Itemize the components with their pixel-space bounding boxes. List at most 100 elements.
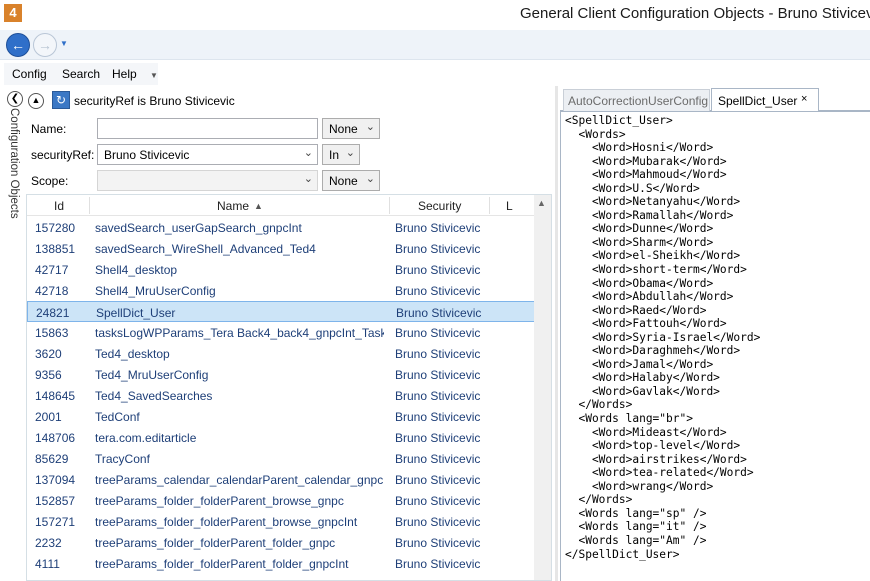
xml-line: </Words> (565, 493, 633, 507)
cell-id: 15863 (35, 326, 69, 340)
column-header-security[interactable]: Security (418, 199, 461, 213)
table-row[interactable]: 2001 TedConf Bruno Stivicevic (27, 406, 535, 427)
cell-name: Ted4_SavedSearches (95, 389, 213, 403)
cell-name: tera.com.editarticle (95, 431, 197, 445)
table-row[interactable]: 42717 Shell4_desktop Bruno Stivicevic (27, 259, 535, 280)
window-title: General Client Configuration Objects - B… (520, 5, 870, 22)
xml-line: <Words> (565, 127, 626, 141)
xml-line: <Word>Halaby</Word> (565, 371, 720, 385)
table-row[interactable]: 9356 Ted4_MruUserConfig Bruno Stivicevic (27, 364, 535, 385)
chevron-down-icon: ⌄ (365, 173, 375, 185)
table-row[interactable]: 137094 treeParams_calendar_calendarParent… (27, 469, 535, 490)
cell-name: treeParams_folder_folderParent_folder_gn… (95, 557, 349, 571)
cell-security: Bruno Stivicevic (395, 431, 481, 445)
chevron-down-icon: ⌄ (303, 173, 313, 185)
chevron-down-icon: ⌄ (345, 147, 355, 159)
forward-arrow-icon[interactable]: → (33, 33, 57, 57)
securityref-dropdown[interactable]: Bruno Stivicevic ⌄ (97, 144, 318, 165)
grid-body: 157280 savedSearch_userGapSearch_gnpcInt B… (27, 217, 535, 580)
tab-spelldict-user[interactable]: SpellDict_User × (711, 88, 819, 112)
table-row[interactable]: 15863 tasksLogWPParams_Tera Back4_back4_g… (27, 322, 535, 343)
refresh-icon[interactable]: ↻ (52, 91, 70, 109)
column-divider[interactable] (489, 197, 490, 214)
menu-help[interactable]: Help (112, 67, 137, 81)
column-header-l[interactable]: L (506, 199, 513, 213)
xml-line: <Words lang="sp" /> (565, 506, 707, 520)
cell-id: 42718 (35, 284, 69, 298)
xml-line: <Words lang="it" /> (565, 520, 707, 534)
cell-name: savedSearch_userGapSearch_gnpcInt (95, 221, 302, 235)
cell-id: 2001 (35, 410, 62, 424)
panel-splitter[interactable] (555, 86, 558, 581)
table-row[interactable]: 138851 savedSearch_WireShell_Advanced_Ted… (27, 238, 535, 259)
name-operator-dropdown[interactable]: None ⌄ (322, 118, 380, 139)
xml-line: <Word>el-Sheikh</Word> (565, 249, 741, 263)
grid-header: Id Name ▲ Security L (27, 195, 535, 216)
xml-line: <Word>Netanyahu</Word> (565, 195, 741, 209)
cell-name: treeParams_calendar_calendarParent_calen… (95, 473, 384, 487)
cell-id: 42717 (35, 263, 69, 277)
column-header-name[interactable]: Name (217, 199, 249, 213)
sort-ascending-icon: ▲ (254, 201, 263, 211)
menu-config[interactable]: Config (12, 67, 47, 81)
close-icon[interactable]: × (801, 93, 807, 105)
menu-search[interactable]: Search (62, 67, 100, 81)
cell-security: Bruno Stivicevic (395, 473, 481, 487)
name-label: Name: (31, 122, 67, 136)
column-header-id[interactable]: Id (54, 199, 64, 213)
table-row[interactable]: 3620 Ted4_desktop Bruno Stivicevic (27, 343, 535, 364)
table-row[interactable]: 4111 treeParams_folder_folderParent_folde… (27, 553, 535, 574)
scope-label: Scope: (31, 174, 69, 188)
cell-id: 157280 (35, 221, 76, 235)
collapse-left-icon[interactable]: ❮ (7, 91, 23, 107)
scope-operator-dropdown[interactable]: None ⌄ (322, 170, 380, 191)
tab-autocorrectionuserconfig[interactable]: AutoCorrectionUserConfig (563, 89, 710, 111)
table-row[interactable]: 24821 SpellDict_User Bruno Stivicevic (27, 301, 535, 322)
table-row[interactable]: 157280 savedSearch_userGapSearch_gnpcInt B… (27, 217, 535, 238)
toolbar-overflow-icon[interactable]: ▼ (150, 71, 158, 80)
cell-name: treeParams_folder_folderParent_folder_gn… (95, 536, 336, 550)
xml-line: <Word>Hosni</Word> (565, 141, 714, 155)
query-description: securityRef is Bruno Stivicevic (74, 94, 235, 108)
xml-line: <Word>U.S</Word> (565, 181, 700, 195)
table-row[interactable]: 152857 treeParams_folder_folderParent_bro… (27, 490, 535, 511)
collapse-up-icon[interactable]: ▲ (28, 93, 44, 109)
name-input[interactable] (97, 118, 318, 139)
xml-line: <Word>airstrikes</Word> (565, 452, 747, 466)
table-row[interactable]: 148706 tera.com.editarticle Bruno Stivicev… (27, 427, 535, 448)
document-tabs: AutoCorrectionUserConfig SpellDict_User … (560, 88, 870, 112)
xml-editor[interactable]: <SpellDict_User> <Words> <Word>Hosni</Wo… (560, 111, 870, 581)
table-row[interactable]: 85629 TracyConf Bruno Stivicevic (27, 448, 535, 469)
cell-security: Bruno Stivicevic (395, 221, 481, 235)
cell-id: 3620 (35, 347, 62, 361)
table-row[interactable]: 157271 treeParams_folder_folderParent_bro… (27, 511, 535, 532)
cell-name: Shell4_desktop (95, 263, 178, 277)
vertical-scrollbar[interactable]: ▲ (534, 195, 551, 580)
back-arrow-icon[interactable]: ← (6, 33, 30, 57)
cell-security: Bruno Stivicevic (395, 263, 481, 277)
cell-security: Bruno Stivicevic (396, 306, 482, 320)
securityref-operator-dropdown[interactable]: In ⌄ (322, 144, 360, 165)
table-row[interactable]: 42718 Shell4_MruUserConfig Bruno Stivicevi… (27, 280, 535, 301)
cell-security: Bruno Stivicevic (395, 494, 481, 508)
history-dropdown-icon[interactable]: ▼ (60, 39, 68, 48)
table-row[interactable]: 1995treeParams_folder_folderParent...Bru… (27, 574, 535, 580)
side-tab-configuration-objects[interactable]: Configuration Objects (4, 108, 20, 238)
cell-id: 2232 (35, 536, 62, 550)
xml-line: </SpellDict_User> (565, 547, 680, 561)
column-divider[interactable] (89, 197, 90, 214)
column-divider[interactable] (389, 197, 390, 214)
xml-line: <Word>Daraghmeh</Word> (565, 344, 741, 358)
scroll-up-icon[interactable]: ▲ (537, 198, 546, 208)
xml-content: <SpellDict_User> <Words> <Word>Hosni</Wo… (565, 114, 760, 561)
tab-label: AutoCorrectionUserConfig (568, 94, 709, 108)
cell-id: 148645 (35, 389, 76, 403)
tab-label: SpellDict_User (718, 94, 798, 108)
xml-line: <Word>Mideast</Word> (565, 425, 727, 439)
cell-security: Bruno Stivicevic (395, 389, 481, 403)
xml-line: <Word>Gavlak</Word> (565, 384, 720, 398)
cell-security: Bruno Stivicevic (395, 242, 481, 256)
table-row[interactable]: 2232 treeParams_folder_folderParent_folde… (27, 532, 535, 553)
scope-dropdown[interactable]: ⌄ (97, 170, 318, 191)
table-row[interactable]: 148645 Ted4_SavedSearches Bruno Stivicevic (27, 385, 535, 406)
